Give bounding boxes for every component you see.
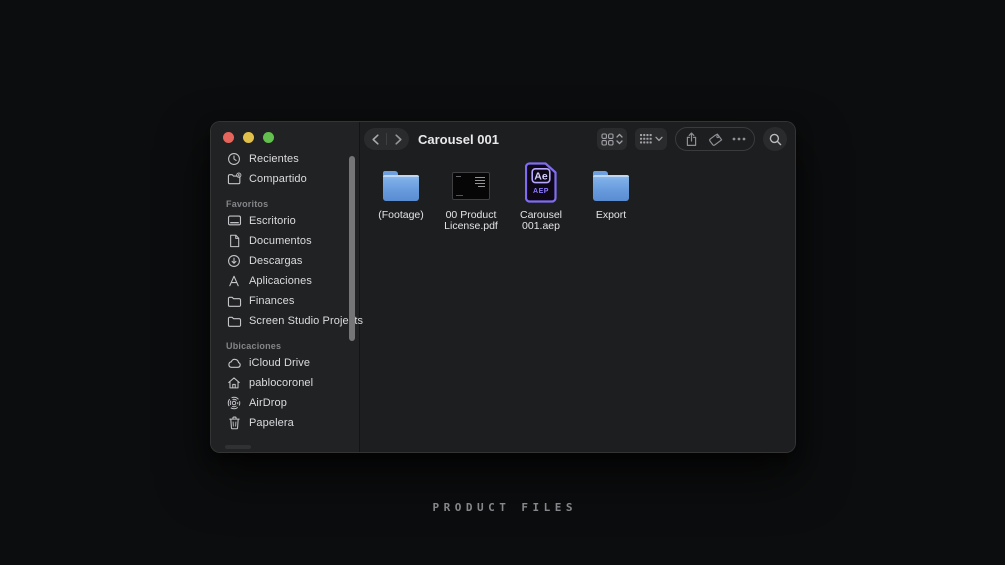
close-window-button[interactable] [223, 132, 234, 143]
sidebar-item-airdrop[interactable]: AirDrop [221, 393, 353, 413]
sidebar-list: Recientes Compartido Favoritos Escritorio Do… [211, 143, 363, 433]
blue-folder-icon [593, 171, 629, 201]
sidebar-item-label: Recientes [249, 153, 299, 165]
file-label: Carousel 001.aep [519, 209, 563, 232]
folder-outline-icon [226, 313, 242, 329]
sidebar-item-label: Compartido [249, 173, 307, 185]
search-icon [769, 133, 781, 145]
sidebar-item-label: Papelera [249, 417, 294, 429]
after-effects-file-icon: Ae AEP [525, 162, 557, 203]
sidebar-item-label: Finances [249, 295, 295, 307]
file-00-product-license-pdf[interactable]: 00 Product License.pdf [436, 159, 506, 232]
file-label: Export [595, 209, 627, 221]
zoom-window-button[interactable] [263, 132, 274, 143]
desktop-icon [226, 213, 242, 229]
sidebar-item-papelera[interactable]: Papelera [221, 413, 353, 433]
download-circle-icon [226, 253, 242, 269]
sidebar-section-favoritos: Favoritos [226, 199, 269, 209]
trash-icon [226, 415, 242, 431]
search-button[interactable] [763, 127, 787, 151]
chevron-left-icon [371, 133, 379, 145]
sidebar-item-recientes[interactable]: Recientes [221, 149, 353, 169]
shared-folder-icon [226, 171, 242, 187]
applications-icon [226, 273, 242, 289]
sidebar-item-label: Screen Studio Projects [249, 315, 364, 327]
clock-icon [226, 151, 242, 167]
chevron-right-icon [394, 133, 402, 145]
file-carousel-001-aep[interactable]: Ae AEP Carousel 001.aep [506, 159, 576, 232]
sidebar-item-compartido[interactable]: Compartido [221, 169, 353, 189]
window-controls [211, 122, 359, 143]
blue-folder-icon [383, 171, 419, 201]
pdf-thumbnail-icon [452, 172, 490, 200]
file-grid: (Footage) 00 Product License.pdf Ae AEP C… [360, 152, 795, 452]
document-icon [226, 233, 242, 249]
folder-outline-icon [226, 293, 242, 309]
sidebar-item-screen-studio-projects[interactable]: Screen Studio Projects [221, 311, 363, 331]
cloud-icon [226, 355, 242, 371]
airdrop-icon [226, 395, 242, 411]
sidebar-item-descargas[interactable]: Descargas [221, 251, 353, 271]
sidebar-scrollbar[interactable] [349, 156, 355, 341]
sidebar-item-aplicaciones[interactable]: Aplicaciones [221, 271, 353, 291]
share-button[interactable] [679, 128, 703, 150]
file-export[interactable]: Export [576, 159, 646, 221]
more-options-button[interactable] [727, 128, 751, 150]
finder-window: Recientes Compartido Favoritos Escritorio Do… [210, 121, 796, 453]
navigation-buttons [364, 128, 409, 150]
sidebar-item-label: iCloud Drive [249, 357, 311, 369]
grid-view-icon [601, 132, 614, 146]
sidebar-cutoff-row [225, 445, 251, 449]
minimize-window-button[interactable] [243, 132, 254, 143]
group-by-button[interactable] [635, 128, 667, 150]
sidebar-item-icloud-drive[interactable]: iCloud Drive [221, 353, 353, 373]
sidebar-item-label: Documentos [249, 235, 312, 247]
forward-button[interactable] [387, 128, 409, 150]
view-options-button[interactable] [597, 128, 627, 150]
group-list-icon [640, 134, 652, 144]
sidebar-item-label: Escritorio [249, 215, 296, 227]
main-pane: Carousel 001 (Footage) 00 Product Licens… [360, 122, 795, 452]
toolbar-right [597, 127, 787, 151]
file-label: (Footage) [378, 209, 424, 221]
up-down-chevrons-icon [616, 133, 623, 145]
tags-button[interactable] [703, 128, 727, 150]
actions-group [675, 127, 755, 151]
sidebar-item-finances[interactable]: Finances [221, 291, 353, 311]
share-icon [686, 132, 696, 146]
sidebar-item-label: AirDrop [249, 397, 287, 409]
ellipsis-icon [732, 137, 746, 141]
sidebar-item-label: Descargas [249, 255, 303, 267]
file-footage[interactable]: (Footage) [366, 159, 436, 221]
sidebar: Recientes Compartido Favoritos Escritorio Do… [211, 122, 363, 452]
sidebar-item-label: pablocoronel [249, 377, 314, 389]
back-button[interactable] [364, 128, 386, 150]
sidebar-section-ubicaciones: Ubicaciones [226, 341, 282, 351]
sidebar-item-label: Aplicaciones [249, 275, 312, 287]
tag-icon [708, 133, 722, 146]
sidebar-item-documentos[interactable]: Documentos [221, 231, 353, 251]
chevron-down-icon [655, 136, 663, 142]
toolbar: Carousel 001 [360, 122, 795, 152]
sidebar-item-pablocoronel[interactable]: pablocoronel [221, 373, 353, 393]
caption-product-files: PRODUCT FILES [432, 501, 578, 514]
home-icon [226, 375, 242, 391]
file-label: 00 Product License.pdf [444, 209, 498, 232]
svg-text:Ae: Ae [534, 171, 548, 183]
svg-text:AEP: AEP [533, 188, 549, 195]
window-title: Carousel 001 [418, 131, 499, 147]
sidebar-item-escritorio[interactable]: Escritorio [221, 211, 353, 231]
